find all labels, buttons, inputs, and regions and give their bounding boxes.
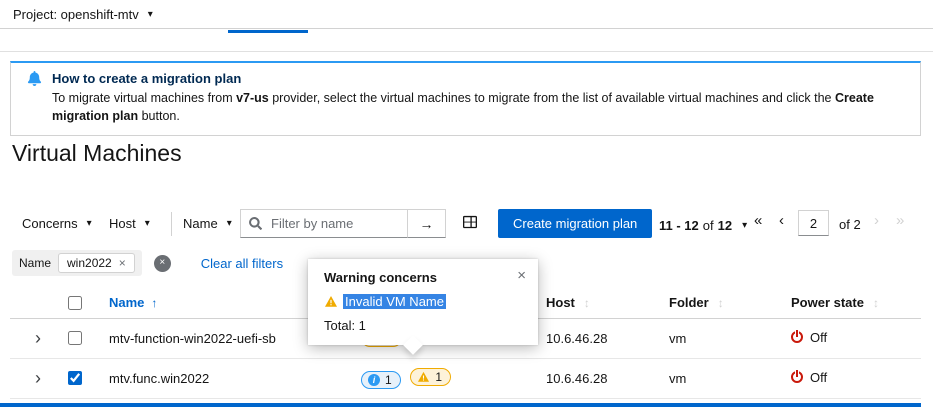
pagination-menu-toggle[interactable]: 11 - 12 of 12 ▾ <box>653 217 753 234</box>
warning-concerns-popover: Warning concerns × Invalid VM Name Total… <box>308 259 538 345</box>
alert-body-text: provider, select the virtual machines to… <box>269 91 835 105</box>
alert-body: To migrate virtual machines from v7-us p… <box>52 90 904 125</box>
concerns-filter-dropdown[interactable]: Concerns ▾ <box>22 216 92 231</box>
popover-total: Total: 1 <box>324 318 522 333</box>
info-icon: i <box>368 374 380 386</box>
vm-name-cell: mtv.func.win2022 <box>93 358 345 398</box>
host-column-header[interactable]: Host ↕ <box>530 288 653 318</box>
host-filter-dropdown[interactable]: Host ▾ <box>109 216 150 231</box>
alert-title: How to create a migration plan <box>52 71 241 86</box>
caret-down-icon: ▾ <box>742 220 747 231</box>
window-bottom-edge <box>0 403 921 407</box>
popover-close-button[interactable]: × <box>517 268 526 283</box>
next-page-button[interactable]: › <box>874 212 879 229</box>
toolbar-divider <box>171 212 172 236</box>
badge-count: 1 <box>435 370 442 384</box>
host-filter-label: Host <box>109 216 136 231</box>
current-page-input[interactable] <box>798 210 829 236</box>
expand-row-button[interactable]: › <box>29 329 47 347</box>
alert-body-text: button. <box>138 109 180 123</box>
warning-triangle-icon <box>417 371 430 383</box>
caret-down-icon: ▾ <box>87 218 92 229</box>
filter-by-name-input[interactable] <box>269 215 391 232</box>
warning-concerns-badge[interactable]: 1 <box>410 368 451 386</box>
filter-chip: win2022 × <box>58 253 135 273</box>
apply-filter-button[interactable]: → <box>407 209 446 238</box>
host-header-label: Host <box>546 295 575 310</box>
badge-count: 1 <box>385 373 392 387</box>
active-filters-row: Name win2022 × × Clear all filters <box>12 249 283 277</box>
arrow-right-icon: → <box>420 216 434 232</box>
popover-title: Warning concerns <box>324 270 522 285</box>
power-state-cell: Off <box>775 318 921 358</box>
folder-cell: vm <box>653 358 775 398</box>
host-cell: 10.6.46.28 <box>530 358 653 398</box>
filter-chip-text: win2022 <box>67 256 112 270</box>
power-state-label: Off <box>810 370 827 385</box>
name-filter-dropdown[interactable]: Name ▾ <box>183 216 232 231</box>
concern-text-selected: Invalid VM Name <box>343 294 446 309</box>
search-icon <box>249 217 262 230</box>
folder-cell: vm <box>653 318 775 358</box>
sort-ascending-icon: ↑ <box>151 296 157 310</box>
pagination-of-word: of <box>703 218 714 233</box>
clear-chip-group-button[interactable]: × <box>154 255 171 272</box>
alert-body-text: To migrate virtual machines from <box>52 91 236 105</box>
chip-group-label: Name <box>19 256 51 270</box>
project-selector[interactable]: Project: openshift-mtv ▾ <box>0 0 933 29</box>
select-all-header <box>55 288 93 318</box>
toolbar: Concerns ▾ Host ▾ Name ▾ → Create migrat… <box>10 206 921 242</box>
caret-down-icon: ▾ <box>227 218 232 229</box>
name-filter-label: Name <box>183 216 218 231</box>
name-filter-chip-group: Name win2022 × <box>12 250 142 276</box>
masthead-divider <box>0 51 933 52</box>
row-select-checkbox[interactable] <box>68 371 82 385</box>
host-cell: 10.6.46.28 <box>530 318 653 358</box>
search-box <box>240 209 408 238</box>
row-select-checkbox[interactable] <box>68 331 82 345</box>
sort-icon: ↕ <box>718 296 724 310</box>
sort-icon: ↕ <box>584 296 590 310</box>
warning-triangle-icon <box>324 295 338 308</box>
previous-page-button[interactable]: ‹ <box>779 212 784 229</box>
screen: { "icons": { "caret_down": "▾", "arrow_r… <box>0 0 933 412</box>
expand-column-header <box>10 288 55 318</box>
clear-all-filters-link[interactable]: Clear all filters <box>201 256 283 271</box>
folder-column-header[interactable]: Folder ↕ <box>653 288 775 318</box>
columns-icon <box>462 215 478 229</box>
caret-down-icon: ▾ <box>148 9 153 20</box>
manage-columns-button[interactable] <box>462 215 478 232</box>
alert-provider-name: v7-us <box>236 91 269 105</box>
power-state-column-header[interactable]: Power state ↕ <box>775 288 921 318</box>
power-off-icon <box>791 331 803 343</box>
expand-row-button[interactable]: › <box>29 369 47 387</box>
table-row: › mtv.func.win2022 i 1 1 10.6.46.28 vm <box>10 358 921 398</box>
page-count-label: of 2 <box>839 217 861 232</box>
folder-header-label: Folder <box>669 295 709 310</box>
info-alert: How to create a migration plan To migrat… <box>10 61 921 136</box>
page-title: Virtual Machines <box>12 140 182 167</box>
sort-icon: ↕ <box>873 296 879 310</box>
info-concerns-badge[interactable]: i 1 <box>361 371 401 389</box>
name-header-label: Name <box>109 295 144 310</box>
power-state-label: Off <box>810 330 827 345</box>
create-migration-plan-button[interactable]: Create migration plan <box>498 209 652 238</box>
popover-concern-item: Invalid VM Name <box>324 294 522 309</box>
power-off-icon <box>791 371 803 383</box>
active-tab-indicator <box>228 30 308 33</box>
last-page-button[interactable]: » <box>896 212 904 229</box>
concerns-cell: i 1 1 <box>345 358 530 398</box>
pagination-range: 11 - 12 <box>659 218 699 233</box>
project-selector-label: Project: openshift-mtv <box>13 7 139 22</box>
concerns-filter-label: Concerns <box>22 216 78 231</box>
remove-chip-button[interactable]: × <box>119 257 126 269</box>
bell-icon <box>27 71 42 86</box>
first-page-button[interactable]: « <box>754 212 762 229</box>
power-header-label: Power state <box>791 295 864 310</box>
select-all-checkbox[interactable] <box>68 296 82 310</box>
power-state-cell: Off <box>775 358 921 398</box>
pagination-total: 12 <box>718 218 732 233</box>
caret-down-icon: ▾ <box>145 218 150 229</box>
